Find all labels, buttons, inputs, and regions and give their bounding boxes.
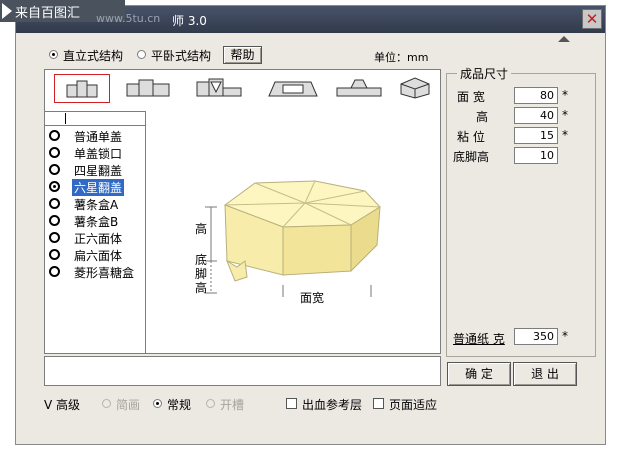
paper-required-mark: * <box>562 329 568 343</box>
fit-page-label: 页面适应 <box>389 398 438 412</box>
radio-flat[interactable] <box>137 50 146 59</box>
watermark-text: 来自百图汇 <box>15 6 81 21</box>
box-type-list: 普通单盖单盖锁口四星翻盖 六星翻盖薯条盒A 薯条盒B 正六面体扁六面体菱形喜糖盒 <box>45 111 146 354</box>
open-label: 开槽 <box>220 398 245 412</box>
collapse-arrow-icon[interactable] <box>558 36 570 42</box>
list-item[interactable]: 正六面体 <box>45 229 185 246</box>
play-icon <box>2 3 12 19</box>
list-item[interactable]: 普通单盖 <box>45 127 185 144</box>
list-item[interactable]: 薯条盒B <box>45 212 185 229</box>
close-icon: ✕ <box>585 10 599 28</box>
display-box-style-icon[interactable] <box>335 76 383 100</box>
list-radio[interactable] <box>49 232 60 243</box>
window-box-style-icon[interactable] <box>195 76 245 100</box>
glue-required-mark: * <box>562 128 568 142</box>
close-button[interactable]: ✕ <box>582 9 602 29</box>
vertical-structure-label: 直立式结构 <box>63 49 124 63</box>
list-radio[interactable] <box>49 215 60 226</box>
bleed-checkbox[interactable] <box>286 398 297 409</box>
width-required-mark: * <box>562 88 568 102</box>
glue-input[interactable]: 15 <box>514 127 558 144</box>
base-dim-label: 底脚高 <box>195 253 208 295</box>
radio-normal[interactable] <box>153 399 162 408</box>
list-item[interactable]: 单盖锁口 <box>45 144 185 161</box>
window-title: 师 3.0 <box>172 14 207 28</box>
paper-label: 普通纸 克 <box>453 332 505 346</box>
list-item[interactable]: 菱形喜糖盒 <box>45 263 185 280</box>
list-radio[interactable] <box>49 266 60 277</box>
normal-label: 常规 <box>167 398 192 412</box>
list-item-label: 单盖锁口 <box>74 147 123 161</box>
hexagon-box-style-icon[interactable] <box>395 76 435 100</box>
width-label: 面 宽 <box>457 90 485 104</box>
list-radio[interactable] <box>49 249 60 260</box>
list-item-label: 薯条盒B <box>74 215 119 229</box>
list-item-label: 菱形喜糖盒 <box>74 266 135 280</box>
list-radio[interactable] <box>49 198 60 209</box>
list-item[interactable]: 四星翻盖 <box>45 161 185 178</box>
paper-weight-input[interactable]: 350 <box>514 328 558 345</box>
tuck-box-style-icon[interactable] <box>125 76 173 100</box>
radio-open[interactable] <box>206 399 215 408</box>
flat-structure-label: 平卧式结构 <box>151 49 212 63</box>
height-dim-label: 高 <box>195 222 208 236</box>
list-item-label: 四星翻盖 <box>74 164 123 178</box>
radio-simple[interactable] <box>102 399 111 408</box>
list-item[interactable]: 薯条盒A <box>45 195 185 212</box>
list-item-label: 普通单盖 <box>74 130 123 144</box>
simple-label: 简画 <box>116 398 141 412</box>
text-caret <box>65 113 66 124</box>
base-input[interactable]: 10 <box>514 147 558 164</box>
fit-page-checkbox[interactable] <box>373 398 384 409</box>
list-item[interactable]: 六星翻盖 <box>45 178 185 196</box>
status-field <box>44 356 441 386</box>
list-item-label: 六星翻盖 <box>72 179 125 196</box>
bleed-label: 出血参考层 <box>302 398 363 412</box>
list-radio[interactable] <box>49 181 60 192</box>
list-item-label: 薯条盒A <box>74 198 119 212</box>
list-radio[interactable] <box>49 130 60 141</box>
help-button[interactable]: 帮助 <box>223 46 262 64</box>
exit-button[interactable]: 退 出 <box>513 362 577 386</box>
height-input[interactable]: 40 <box>514 107 558 124</box>
height-required-mark: * <box>562 108 568 122</box>
preview-panel: 普通单盖 单盖锁口 四星翻盖 六星翻盖 薯条盒A 薯条盒B 正六面体 扁六面体 菱形喜糖盒 高 … <box>44 69 441 354</box>
list-item-label: 正六面体 <box>74 232 123 246</box>
list-item[interactable]: 扁六面体 <box>45 246 185 263</box>
list-radio[interactable] <box>49 147 60 158</box>
dialog-window: 师 3.0 ✕ 直立式结构 平卧式结构 帮助 单位：mm 普通单盖 单盖锁口 四… <box>15 5 606 445</box>
width-input[interactable]: 80 <box>514 87 558 104</box>
lid-box-style-icon[interactable] <box>267 76 319 100</box>
base-label: 底脚高 <box>453 150 490 164</box>
radio-vertical[interactable] <box>49 50 58 59</box>
unit-label: 单位：mm <box>374 51 429 64</box>
list-header <box>45 112 145 126</box>
glue-label: 粘 位 <box>457 130 485 144</box>
height-label: 高 <box>476 110 489 124</box>
dimensions-legend: 成品尺寸 <box>457 65 512 82</box>
watermark-url: www.5tu.cn <box>96 12 161 25</box>
ok-button[interactable]: 确 定 <box>447 362 511 386</box>
width-dim-label: 面宽 <box>300 291 325 305</box>
style-selected-frame[interactable] <box>54 74 110 103</box>
list-radio[interactable] <box>49 164 60 175</box>
vertical-box-style-icon <box>66 80 98 98</box>
advanced-label: V 高级 <box>44 398 81 412</box>
list-item-label: 扁六面体 <box>74 249 123 263</box>
